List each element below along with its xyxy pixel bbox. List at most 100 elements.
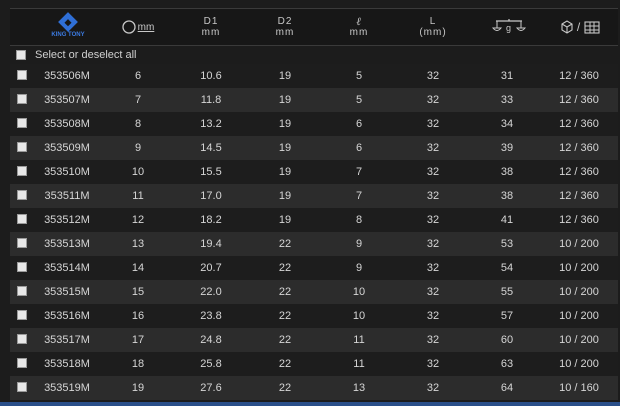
cell-pack: 10 / 200 [559,310,599,322]
cell-weight: 54 [500,262,514,274]
cell-code: 353516M [44,310,90,322]
cell-d1: 24.8 [200,334,222,346]
table-row: 353512M 12 18.2 19 8 32 41 12 / 360 [10,208,618,232]
cell-d1: 23.8 [200,310,222,322]
row-checkbox[interactable] [17,118,27,128]
cell-l: 32 [426,262,440,274]
row-checkbox[interactable] [17,382,27,392]
cell-size: 11 [132,190,144,202]
cell-weight: 63 [500,358,514,370]
header-l: L (mm) [410,9,456,45]
cell-pack: 12 / 360 [559,214,599,226]
cell-code: 353511M [44,190,90,202]
cell-l: 32 [426,334,440,346]
row-checkbox[interactable] [17,238,27,248]
cell-d1: 25.8 [200,358,222,370]
cell-l1: 7 [355,166,363,178]
cell-l1: 13 [352,382,366,394]
cell-l1: 11 [353,358,365,370]
table-row: 353509M 9 14.5 19 6 32 39 12 / 360 [10,136,618,160]
table-row: 353519M 19 27.6 22 13 32 64 10 / 160 [10,376,618,400]
cell-d2: 19 [278,94,292,106]
table-row: 353508M 8 13.2 19 6 32 34 12 / 360 [10,112,618,136]
cell-l: 32 [426,286,440,298]
header-weight-unit: g [506,23,512,33]
table-row: 353506M 6 10.6 19 5 32 31 12 / 360 [10,64,618,88]
cell-d2: 22 [278,358,292,370]
cell-code: 353510M [44,166,90,178]
header-d1-unit: mm [201,27,221,38]
header-weight: g [484,9,534,45]
cell-d1: 14.5 [200,142,222,154]
cell-size: 16 [131,310,145,322]
cell-code: 353507M [44,94,90,106]
header-pack: / [552,9,608,45]
cell-l: 32 [426,70,440,82]
brand-logo-text: KING TONY [51,32,85,38]
row-checkbox[interactable] [17,334,27,344]
scale-icon: g [492,19,526,33]
cell-pack: 10 / 160 [559,382,599,394]
row-checkbox[interactable] [17,262,27,272]
row-checkbox[interactable] [17,214,27,224]
cell-l: 32 [426,94,440,106]
cell-d1: 18.2 [200,214,222,226]
cell-d2: 22 [278,334,292,346]
cell-d2: 22 [278,310,292,322]
socket-size-icon [122,20,136,34]
cell-l: 32 [426,382,440,394]
cell-d2: 19 [278,190,292,202]
cell-l1: 9 [355,238,363,250]
cell-code: 353518M [44,358,90,370]
row-checkbox[interactable] [17,310,27,320]
cell-d1: 27.6 [200,382,222,394]
table-row: 353513M 13 19.4 22 9 32 53 10 / 200 [10,232,618,256]
cell-pack: 12 / 360 [559,94,599,106]
cell-l: 32 [426,358,440,370]
header-l1: ℓ mm [336,9,382,45]
cell-size: 15 [131,286,145,298]
row-checkbox[interactable] [17,190,27,200]
table-row: 353515M 15 22.0 22 10 32 55 10 / 200 [10,280,618,304]
cell-pack: 10 / 200 [559,358,599,370]
cell-d1: 11.8 [200,94,222,106]
cell-l1: 10 [352,310,366,322]
table-row: 353517M 17 24.8 22 11 32 60 10 / 200 [10,328,618,352]
product-table-panel: KING TONY mm D1 mm D2 mm ℓ mm L (mm) g /… [0,0,620,404]
cell-d1: 13.2 [200,118,222,130]
package-icon [561,20,573,34]
header-size: mm [110,9,166,45]
cell-d1: 22.0 [200,286,222,298]
cell-l1: 5 [355,94,363,106]
table-row: 353511M 11 17.0 19 7 32 38 12 / 360 [10,184,618,208]
cell-l: 32 [426,310,440,322]
cell-pack: 10 / 200 [559,334,599,346]
row-checkbox[interactable] [17,70,27,80]
cell-l: 32 [426,142,440,154]
header-l1-unit: mm [349,27,369,38]
cell-code: 353513M [44,238,90,250]
cell-l: 32 [426,238,440,250]
cell-weight: 41 [500,214,514,226]
cell-weight: 31 [500,70,514,82]
cell-size: 17 [131,334,145,346]
cell-pack: 10 / 200 [559,262,599,274]
row-checkbox[interactable] [17,166,27,176]
table-row: 353516M 16 23.8 22 10 32 57 10 / 200 [10,304,618,328]
cell-code: 353512M [44,214,90,226]
cell-size: 6 [134,70,142,82]
cell-d2: 19 [278,214,292,226]
row-checkbox[interactable] [17,358,27,368]
cell-weight: 38 [500,166,514,178]
table-header: KING TONY mm D1 mm D2 mm ℓ mm L (mm) g / [10,8,618,46]
row-checkbox[interactable] [17,142,27,152]
cell-size: 9 [134,142,142,154]
cell-l1: 6 [355,118,363,130]
row-checkbox[interactable] [17,286,27,296]
header-d2-unit: mm [275,27,295,38]
row-checkbox[interactable] [17,94,27,104]
cell-weight: 33 [500,94,514,106]
select-all-checkbox[interactable] [16,50,26,60]
header-l1-label: ℓ [356,15,362,28]
cell-l: 32 [426,166,440,178]
